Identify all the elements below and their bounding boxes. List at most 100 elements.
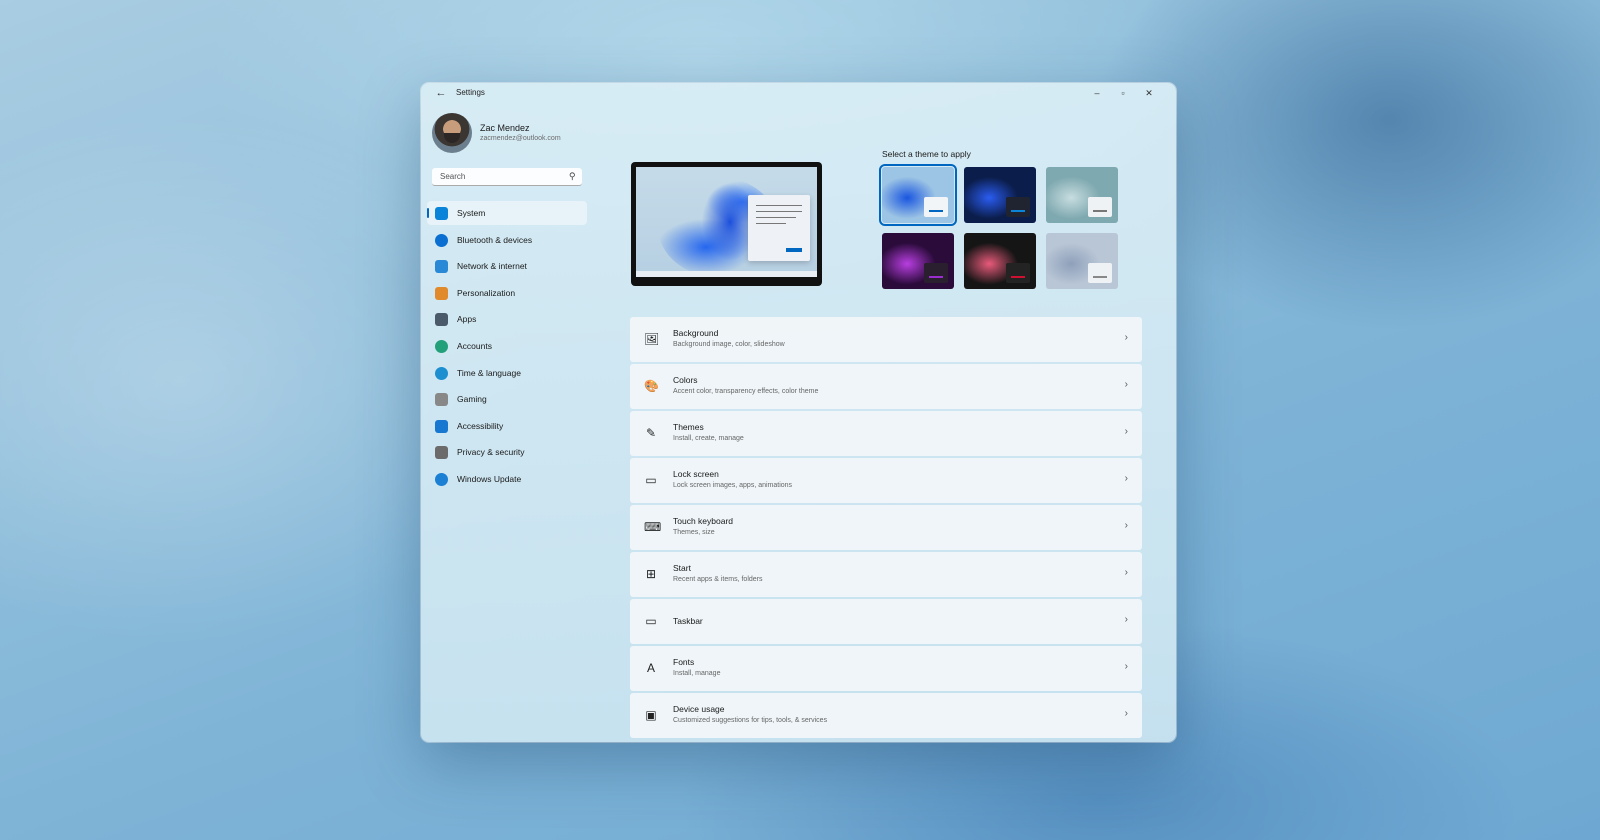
- setting-title: Start: [673, 563, 691, 573]
- chevron-right-icon: ›: [1124, 332, 1128, 343]
- title-bar: ← Settings – ▫ ✕: [421, 83, 1176, 103]
- controller-icon: [435, 393, 448, 407]
- theme-section-title: Select a theme to apply: [882, 149, 971, 159]
- pen-icon: ✎: [645, 426, 657, 440]
- sidebar-item-privacy-security[interactable]: Privacy & security: [427, 440, 587, 464]
- setting-subtitle: Themes, size: [673, 529, 715, 536]
- sidebar-item-label: Apps: [457, 314, 477, 325]
- sidebar-item-network-internet[interactable]: Network & internet: [427, 254, 587, 278]
- system-icon: [435, 207, 448, 220]
- palette-icon: 🎨: [644, 379, 659, 393]
- setting-themes[interactable]: ✎ Themes Install, create, manage ›: [630, 411, 1142, 456]
- preview-taskbar: [636, 271, 817, 277]
- theme-window-sample: [1006, 263, 1030, 283]
- paintbrush-icon: [435, 286, 448, 300]
- setting-background[interactable]: 🖼 Background Background image, color, slid…: [630, 317, 1142, 362]
- setting-colors[interactable]: 🎨 Colors Accent color, transparency effect…: [630, 364, 1142, 409]
- user-profile[interactable]: Zac Mendez zacmendez@outlook.com: [432, 113, 592, 157]
- lock-screen-icon: ▭: [645, 473, 657, 487]
- start-icon: ⊞: [645, 567, 657, 581]
- apps-icon: [435, 313, 448, 327]
- setting-subtitle: Customized suggestions for tips, tools, …: [673, 717, 828, 724]
- setting-title: Device usage: [673, 704, 725, 714]
- person-icon: [435, 339, 448, 353]
- setting-lock-screen[interactable]: ▭ Lock screen Lock screen images, apps, an…: [630, 458, 1142, 503]
- flow-theme[interactable]: [964, 233, 1036, 289]
- user-name: Zac Mendez: [480, 123, 530, 133]
- device-usage-icon: ▣: [645, 708, 657, 722]
- preview-window: [748, 195, 810, 261]
- setting-title: Themes: [673, 422, 704, 432]
- back-arrow-icon[interactable]: ←: [433, 87, 449, 99]
- theme-window-sample: [1088, 263, 1112, 283]
- theme-window-sample: [924, 263, 948, 283]
- captured-motion-theme[interactable]: [882, 233, 954, 289]
- glow-lake-theme[interactable]: [1046, 167, 1118, 223]
- setting-fonts[interactable]: A Fonts Install, manage ›: [630, 646, 1142, 691]
- windows-dark-bloom-theme[interactable]: [964, 167, 1036, 223]
- windows-light-bloom-theme[interactable]: [879, 164, 957, 226]
- sidebar-item-label: Privacy & security: [457, 447, 525, 458]
- setting-subtitle: Install, create, manage: [673, 435, 744, 442]
- setting-start[interactable]: ⊞ Start Recent apps & items, folders ›: [630, 552, 1142, 597]
- sidebar-item-system[interactable]: System: [427, 201, 587, 225]
- fonts-icon: A: [646, 661, 655, 675]
- theme-preview: [631, 162, 822, 286]
- wifi-icon: [435, 260, 448, 274]
- sidebar-item-label: Bluetooth & devices: [457, 234, 533, 245]
- search-icon[interactable]: ⚲: [569, 171, 576, 182]
- search-input[interactable]: Search ⚲: [432, 168, 582, 186]
- user-email: zacmendez@outlook.com: [480, 135, 561, 142]
- sidebar-item-label: Windows Update: [457, 473, 522, 484]
- sidebar-item-label: Time & language: [457, 367, 521, 378]
- theme-window-sample: [1088, 197, 1112, 217]
- sidebar-item-label: Accessibility: [457, 420, 504, 431]
- globe-clock-icon: [435, 366, 448, 380]
- chevron-right-icon: ›: [1124, 708, 1128, 719]
- sidebar-item-label: Accounts: [457, 340, 492, 351]
- shield-icon: [435, 446, 448, 460]
- theme-window-sample: [924, 197, 948, 217]
- sidebar-item-time-language[interactable]: Time & language: [427, 361, 587, 385]
- sidebar-nav: System Bluetooth & devices Network & inter…: [427, 201, 587, 494]
- setting-subtitle: Background image, color, slideshow: [673, 341, 785, 348]
- chevron-right-icon: ›: [1124, 520, 1128, 531]
- sidebar-item-bluetooth-devices[interactable]: Bluetooth & devices: [427, 228, 587, 252]
- search-placeholder: Search: [440, 172, 466, 181]
- settings-window: ← Settings – ▫ ✕ Zac Mendez zacmendez@ou…: [421, 83, 1176, 742]
- chevron-right-icon: ›: [1124, 614, 1128, 625]
- maximize-icon[interactable]: ▫: [1111, 86, 1135, 100]
- setting-title: Background: [673, 328, 719, 338]
- update-icon: [435, 472, 448, 486]
- sidebar-item-accounts[interactable]: Accounts: [427, 334, 587, 358]
- setting-title: Colors: [673, 375, 698, 385]
- sunrise-bloom-theme[interactable]: [1046, 233, 1118, 289]
- chevron-right-icon: ›: [1124, 473, 1128, 484]
- taskbar-icon: ▭: [645, 614, 657, 628]
- minimize-icon[interactable]: –: [1085, 86, 1109, 100]
- setting-title: Taskbar: [673, 616, 703, 626]
- setting-title: Lock screen: [673, 469, 719, 479]
- setting-subtitle: Accent color, transparency effects, colo…: [673, 388, 819, 395]
- preview-desktop: [636, 167, 817, 277]
- sidebar-item-personalization[interactable]: Personalization: [427, 281, 587, 305]
- keyboard-icon: ⌨: [644, 520, 662, 534]
- accessibility-icon: [435, 419, 448, 433]
- setting-touch-keyboard[interactable]: ⌨ Touch keyboard Themes, size ›: [630, 505, 1142, 550]
- sidebar-item-gaming[interactable]: Gaming: [427, 387, 587, 411]
- setting-title: Touch keyboard: [673, 516, 734, 526]
- setting-taskbar[interactable]: ▭ Taskbar ›: [630, 599, 1142, 644]
- sidebar-item-apps[interactable]: Apps: [427, 307, 587, 331]
- sidebar-item-label: Network & internet: [457, 261, 527, 272]
- avatar: [432, 113, 472, 153]
- sidebar-item-label: System: [457, 208, 486, 218]
- sidebar-item-windows-update[interactable]: Windows Update: [427, 467, 587, 491]
- sidebar-item-accessibility[interactable]: Accessibility: [427, 414, 587, 438]
- window-title: Settings: [456, 88, 485, 97]
- chevron-right-icon: ›: [1124, 661, 1128, 672]
- setting-device-usage[interactable]: ▣ Device usage Customized suggestions for …: [630, 693, 1142, 738]
- image-icon: 🖼: [644, 332, 660, 346]
- chevron-right-icon: ›: [1124, 426, 1128, 437]
- close-icon[interactable]: ✕: [1137, 86, 1161, 100]
- chevron-right-icon: ›: [1124, 379, 1128, 390]
